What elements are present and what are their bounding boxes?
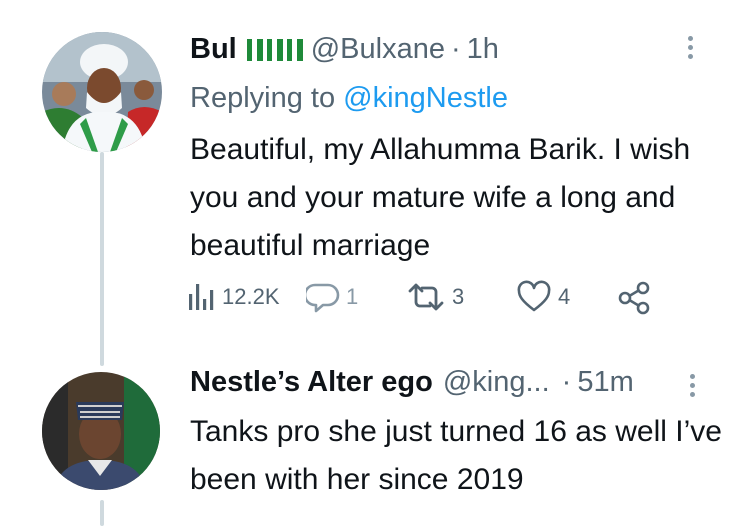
- views-count: 12.2K: [222, 284, 280, 309]
- share-button[interactable]: [616, 280, 652, 316]
- reply-author-name[interactable]: Nestle’s Alter ego: [190, 366, 433, 399]
- retweet-button[interactable]: 3: [406, 280, 464, 314]
- reply-count: 1: [346, 284, 359, 309]
- reply-header: Nestle’s Alter ego @king... · 51m: [190, 366, 634, 399]
- timestamp[interactable]: 1h: [467, 33, 499, 66]
- views-button[interactable]: 12.2K: [186, 280, 280, 314]
- reply-timestamp[interactable]: 51m: [577, 366, 633, 399]
- thread-line: [100, 500, 104, 526]
- more-icon[interactable]: [688, 36, 693, 59]
- nigeria-flag-icon: [246, 38, 303, 61]
- share-icon: [616, 280, 652, 316]
- action-bar: 12.2K 1 3 4: [186, 280, 686, 326]
- like-button[interactable]: 4: [516, 280, 570, 314]
- reply-text: Tanks pro she just turned 16 as well I’v…: [190, 415, 722, 496]
- views-icon: [186, 280, 216, 314]
- retweet-icon: [406, 280, 446, 314]
- tweet-text: Beautiful, my Allahumma Barik. I wish yo…: [190, 133, 691, 262]
- avatar[interactable]: [42, 32, 162, 152]
- author-handle[interactable]: @Bulxane: [311, 33, 445, 66]
- replying-to: Replying to @kingNestle: [190, 82, 508, 115]
- avatar[interactable]: [42, 372, 160, 490]
- mention-link[interactable]: @kingNestle: [343, 82, 508, 114]
- separator: ·: [561, 366, 572, 398]
- replying-prefix: Replying to: [190, 82, 336, 114]
- separator: ·: [450, 33, 461, 65]
- author-name[interactable]: Bul: [190, 33, 237, 66]
- thread-line: [100, 152, 104, 366]
- more-icon[interactable]: [690, 374, 695, 397]
- reply-author-handle[interactable]: @king...: [443, 366, 550, 399]
- tweet-header: Bul @Bulxane · 1h: [190, 33, 499, 66]
- retweet-count: 3: [452, 284, 465, 309]
- reply-button[interactable]: 1: [306, 280, 358, 314]
- like-count: 4: [558, 284, 571, 309]
- reply-icon: [306, 280, 340, 314]
- like-icon: [516, 280, 552, 314]
